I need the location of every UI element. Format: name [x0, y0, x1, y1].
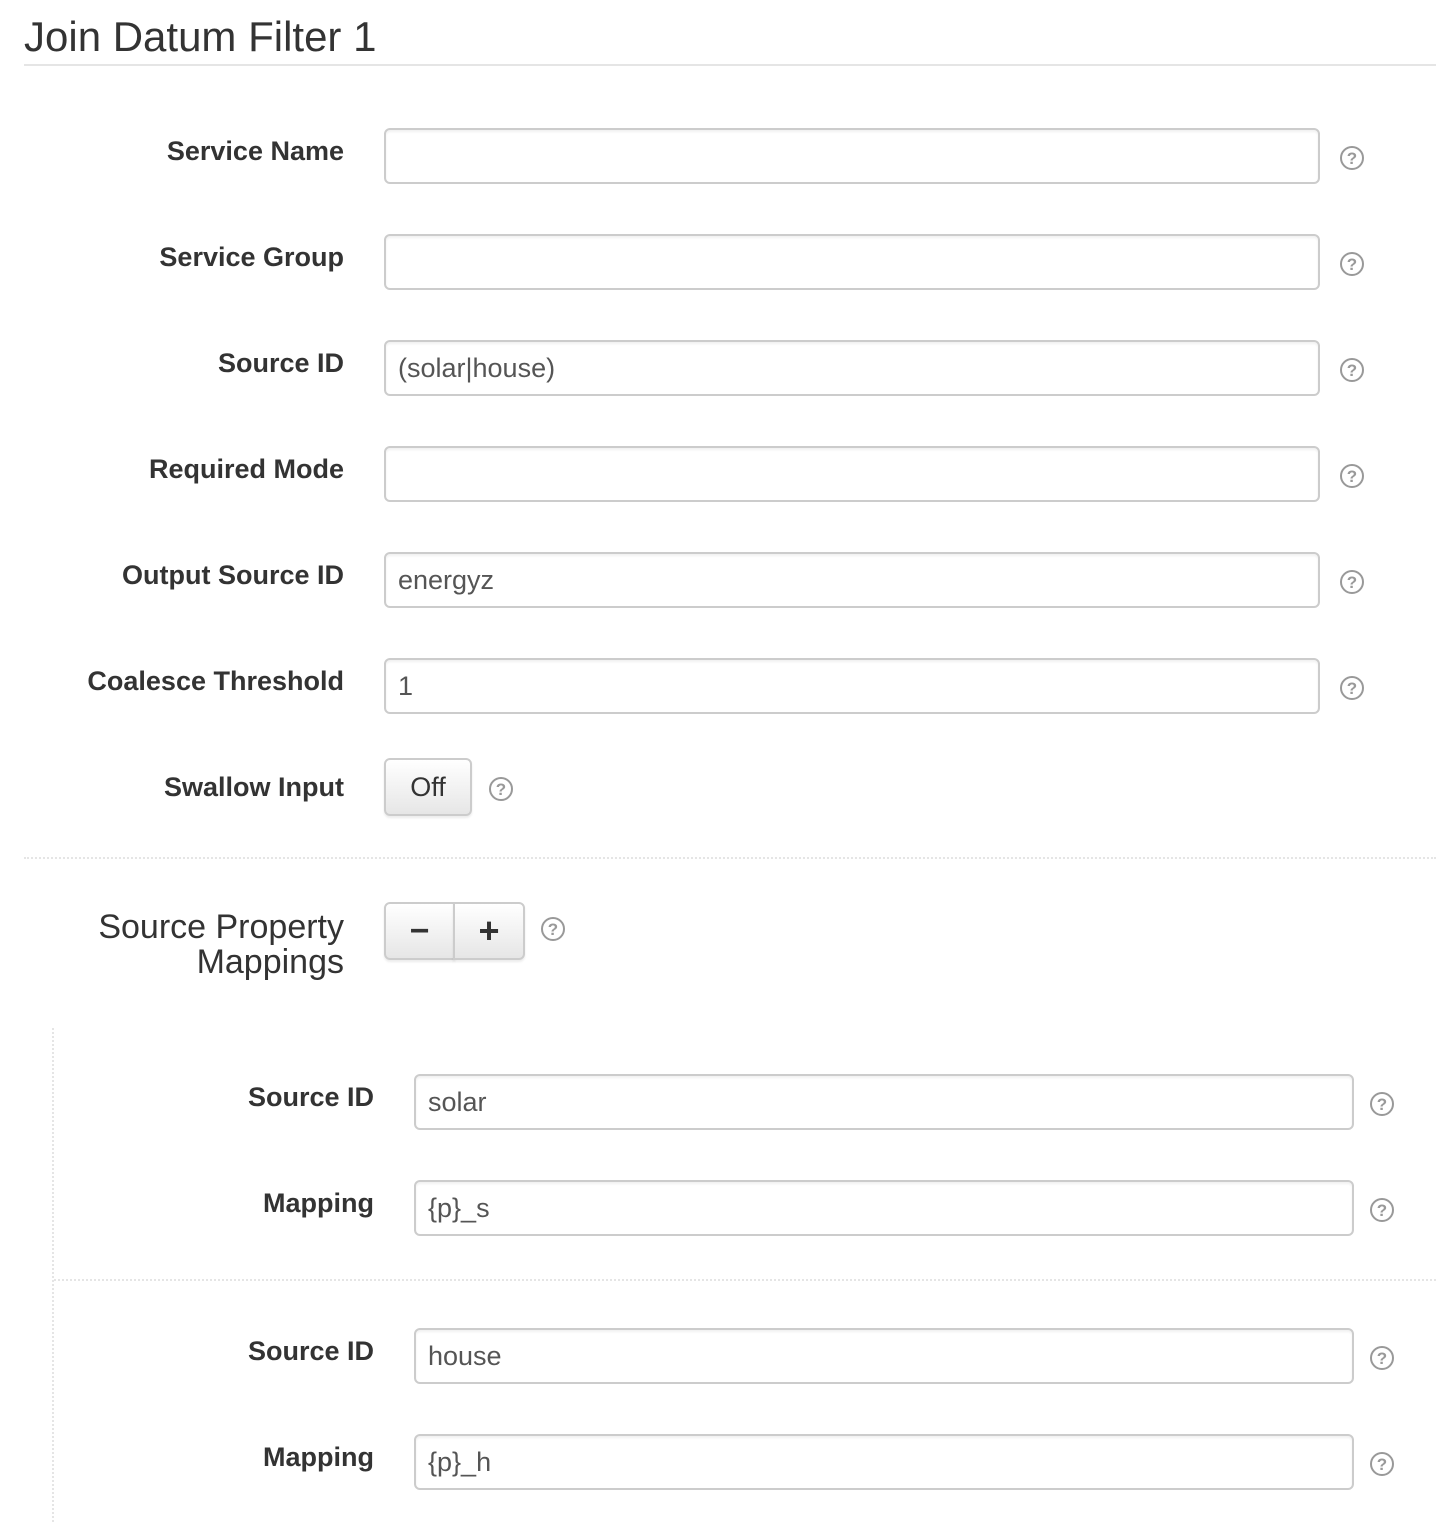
service-name-label: Service Name — [166, 136, 344, 166]
help-icon[interactable]: ? — [1340, 570, 1364, 594]
help-icon[interactable]: ? — [1340, 146, 1364, 170]
mapping-template-label: Mapping — [263, 1188, 374, 1218]
mapping-source-id-label: Source ID — [247, 1082, 374, 1112]
output-source-id-input[interactable] — [384, 552, 1320, 608]
help-icon[interactable]: ? — [1340, 252, 1364, 276]
mappings-label-line2: Mappings — [196, 943, 344, 981]
service-group-label: Service Group — [159, 242, 344, 272]
help-icon[interactable]: ? — [541, 917, 565, 941]
mapping-source-id-input[interactable] — [414, 1074, 1354, 1130]
help-icon[interactable]: ? — [1340, 676, 1364, 700]
field-service-name: Service Name ? — [0, 128, 1436, 188]
mapping-source-id-row: Source ID ? — [0, 1074, 1436, 1134]
coalesce-threshold-label: Coalesce Threshold — [87, 666, 344, 696]
swallow-input-label: Swallow Input — [164, 772, 344, 802]
mapping-source-id-input[interactable] — [414, 1328, 1354, 1384]
source-id-label: Source ID — [217, 348, 344, 378]
required-mode-input[interactable] — [384, 446, 1320, 502]
remove-mapping-button[interactable]: − — [384, 902, 455, 960]
swallow-input-toggle[interactable]: Off — [384, 758, 472, 816]
mapping-template-row: Mapping ? — [0, 1180, 1436, 1240]
section-divider — [24, 857, 1436, 859]
help-icon[interactable]: ? — [1340, 464, 1364, 488]
mapping-divider — [54, 1279, 1436, 1281]
help-icon[interactable]: ? — [1340, 358, 1364, 382]
field-service-group: Service Group ? — [0, 234, 1436, 294]
mappings-section-label: Source Property Mappings — [98, 910, 344, 980]
service-group-input[interactable] — [384, 234, 1320, 290]
source-id-input[interactable] — [384, 340, 1320, 396]
field-source-id: Source ID ? — [0, 340, 1436, 400]
mapping-source-id-label: Source ID — [247, 1336, 374, 1366]
output-source-id-label: Output Source ID — [122, 560, 344, 590]
field-output-source-id: Output Source ID ? — [0, 552, 1436, 612]
mappings-label-line1: Source Property — [98, 908, 344, 946]
field-swallow-input: Swallow Input Off ? — [0, 758, 1436, 824]
field-required-mode: Required Mode ? — [0, 446, 1436, 506]
field-coalesce-threshold: Coalesce Threshold ? — [0, 658, 1436, 718]
mapping-template-input[interactable] — [414, 1180, 1354, 1236]
add-mapping-button[interactable]: + — [453, 902, 525, 960]
mapping-template-row: Mapping ? — [0, 1434, 1436, 1494]
page-title: Join Datum Filter 1 — [24, 10, 1436, 66]
coalesce-threshold-input[interactable] — [384, 658, 1320, 714]
mapping-template-label: Mapping — [263, 1442, 374, 1472]
required-mode-label: Required Mode — [148, 454, 344, 484]
help-icon[interactable]: ? — [1370, 1198, 1394, 1222]
help-icon[interactable]: ? — [1370, 1452, 1394, 1476]
help-icon[interactable]: ? — [1370, 1346, 1394, 1370]
mapping-source-id-row: Source ID ? — [0, 1328, 1436, 1388]
mapping-template-input[interactable] — [414, 1434, 1354, 1490]
help-icon[interactable]: ? — [1370, 1092, 1394, 1116]
service-name-input[interactable] — [384, 128, 1320, 184]
help-icon[interactable]: ? — [489, 777, 513, 801]
